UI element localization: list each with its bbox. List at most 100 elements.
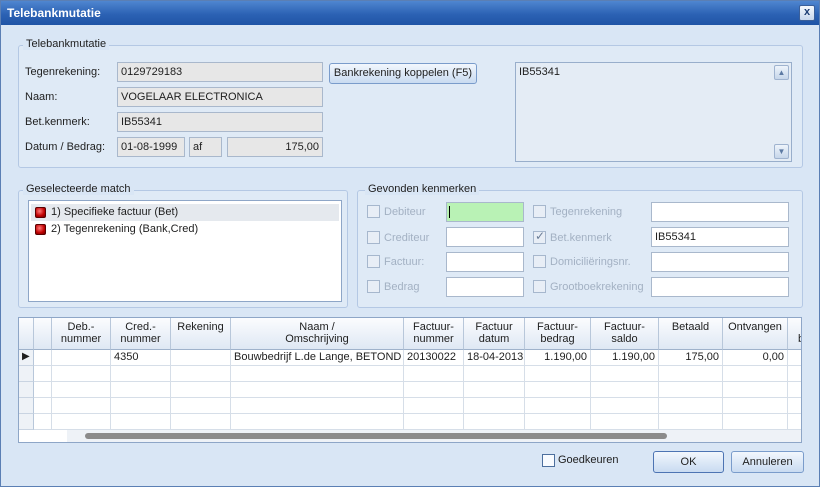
col-deb-nummer[interactable]: Deb.- nummer: [52, 318, 111, 350]
crediteur-field[interactable]: [446, 227, 524, 247]
match-item-specifieke-factuur[interactable]: 1) Specifieke factuur (Bet): [31, 204, 339, 221]
title-bar: Telebankmutatie x: [1, 1, 819, 25]
col-header-line2: nummer: [120, 333, 161, 345]
domicilieringsnr-field[interactable]: [651, 252, 789, 272]
kenmerken-group-title: Gevonden kenmerken: [365, 183, 480, 195]
cell-rekening[interactable]: [171, 350, 231, 366]
col-header-line1: Naam /: [299, 321, 335, 333]
grid-indicator-header: [34, 318, 52, 350]
tegenrekening-checkbox[interactable]: [533, 205, 546, 218]
window-title: Telebankmutatie: [7, 6, 101, 20]
col-cred-nummer[interactable]: Cred.- nummer: [111, 318, 171, 350]
cell-cred-nummer[interactable]: 4350: [111, 350, 171, 366]
betkenmerk-kenmerk-label: Bet.kenmerk: [550, 232, 612, 244]
factuur-label: Factuur:: [384, 256, 425, 268]
row-indicator-cell: [34, 350, 52, 366]
annuleren-button[interactable]: Annuleren: [731, 451, 804, 473]
tegenrekening-kenmerk-label: Tegenrekening: [550, 206, 623, 218]
row-header[interactable]: [19, 414, 34, 430]
af-field[interactable]: af: [189, 137, 222, 157]
ok-button[interactable]: OK: [653, 451, 724, 473]
col-ontvangen[interactable]: Ontvangen: [723, 318, 788, 350]
col-factuursaldo[interactable]: Factuur-saldo: [591, 318, 659, 350]
naam-label: Naam:: [25, 91, 58, 103]
scrollbar-thumb[interactable]: [85, 433, 667, 439]
empty-rows-columns: [34, 366, 801, 430]
grid-horizontal-scrollbar[interactable]: [67, 430, 801, 442]
grootboekrekening-checkbox[interactable]: [533, 280, 546, 293]
match-item-tegenrekening[interactable]: 2) Tegenrekening (Bank,Cred): [31, 221, 339, 238]
omschrijving-memo[interactable]: IB55341 ▲ ▼: [515, 62, 792, 162]
match-group-title: Geselecteerde match: [23, 183, 134, 195]
bedrag-kenmerk-field[interactable]: [446, 277, 524, 297]
bankrekening-koppelen-button[interactable]: Bankrekening koppelen (F5): [329, 63, 477, 84]
bedrag-label: Bedrag: [384, 281, 420, 293]
match-item-label: 1) Specifieke factuur (Bet): [51, 206, 179, 218]
cell-factuurnummer[interactable]: 20130022: [404, 350, 464, 366]
cell-deb-nummer[interactable]: [52, 350, 111, 366]
cell-betaald[interactable]: 175,00: [659, 350, 723, 366]
betkenmerk-label: Bet.kenmerk:: [25, 116, 90, 128]
col-header-line1: Deb.-: [67, 321, 95, 333]
tegenrekening-field[interactable]: 0129729183: [117, 62, 323, 82]
red-status-icon: [35, 224, 46, 235]
tegenrekening-label: Tegenrekening:: [25, 66, 101, 78]
datum-field[interactable]: 01-08-1999: [117, 137, 185, 157]
grootboekrekening-field[interactable]: [651, 277, 789, 297]
col-header-line2: bedrag: [540, 333, 575, 345]
factuur-checkbox[interactable]: [367, 255, 380, 268]
datum-bedrag-label: Datum / Bedrag:: [25, 141, 106, 153]
naam-field[interactable]: VOGELAAR ELECTRONICA: [117, 87, 323, 107]
crediteur-label: Crediteur: [384, 232, 430, 244]
row-header[interactable]: [19, 398, 34, 414]
goedkeuren-checkbox[interactable]: [542, 454, 555, 467]
col-header-line1: Factuur: [475, 321, 513, 333]
facturen-grid[interactable]: Deb.- nummer Cred.- nummer Rekening Naam /…: [18, 317, 802, 443]
factuur-field[interactable]: [446, 252, 524, 272]
col-header-line2: nummer: [413, 333, 454, 345]
bedrag-field[interactable]: 175,00: [227, 137, 323, 157]
cell-factuursaldo[interactable]: 1.190,00: [591, 350, 659, 366]
scroll-up-icon[interactable]: ▲: [774, 65, 789, 80]
telebank-group-title: Telebankmutatie: [23, 38, 110, 50]
telebankmutatie-dialog: Telebankmutatie x Telebankmutatie Tegenr…: [0, 0, 820, 487]
col-betaald[interactable]: Betaald: [659, 318, 723, 350]
betkenmerk-kenmerk-field[interactable]: IB55341: [651, 227, 789, 247]
col-factuurdatum[interactable]: Factuur datum: [464, 318, 525, 350]
scroll-down-icon[interactable]: ▼: [774, 144, 789, 159]
row-header[interactable]: [19, 366, 34, 382]
cell-naam-omschrijving[interactable]: Bouwbedrijf L.de Lange, BETOND: [231, 350, 404, 366]
cell-factuurbedrag[interactable]: 1.190,00: [525, 350, 591, 366]
debiteur-checkbox[interactable]: [367, 205, 380, 218]
col-header-line1: Factuur-: [413, 321, 454, 333]
tegenrekening-kenmerk-field[interactable]: [651, 202, 789, 222]
cell-factuurdatum[interactable]: 18-04-2013: [464, 350, 525, 366]
col-naam-omschrijving[interactable]: Naam / Omschrijving: [231, 318, 404, 350]
col-header-line2: datum: [478, 333, 510, 345]
grootboekrekening-label: Grootboekrekening: [550, 281, 644, 293]
col-factuurbedrag[interactable]: Factuur-bedrag: [525, 318, 591, 350]
row-header[interactable]: [19, 382, 34, 398]
debiteur-field[interactable]: [446, 202, 524, 222]
close-button[interactable]: x: [799, 5, 815, 21]
current-row-icon: ▶: [22, 351, 30, 362]
bedrag-checkbox[interactable]: [367, 280, 380, 293]
col-rekening[interactable]: Rekening: [171, 318, 231, 350]
col-header-line1: Factuur-: [537, 321, 578, 333]
row-header[interactable]: ▶: [19, 350, 34, 366]
col-header-line2: nummer: [60, 333, 102, 345]
cell-extra[interactable]: [788, 350, 801, 366]
col-header-line2: b: [798, 333, 801, 345]
col-header-line1: Cred.-: [125, 321, 156, 333]
crediteur-checkbox[interactable]: [367, 231, 380, 244]
match-item-label: 2) Tegenrekening (Bank,Cred): [51, 223, 199, 235]
domicilieringsnr-checkbox[interactable]: [533, 255, 546, 268]
col-factuurnummer[interactable]: Factuur-nummer: [404, 318, 464, 350]
betkenmerk-checkbox[interactable]: [533, 229, 546, 244]
grid-corner: [19, 318, 34, 350]
col-extra[interactable]: b: [788, 318, 801, 350]
cell-ontvangen[interactable]: 0,00: [723, 350, 788, 366]
match-list[interactable]: 1) Specifieke factuur (Bet) 2) Tegenreke…: [28, 200, 342, 302]
betkenmerk-field[interactable]: IB55341: [117, 112, 323, 132]
text-cursor: [449, 206, 450, 218]
